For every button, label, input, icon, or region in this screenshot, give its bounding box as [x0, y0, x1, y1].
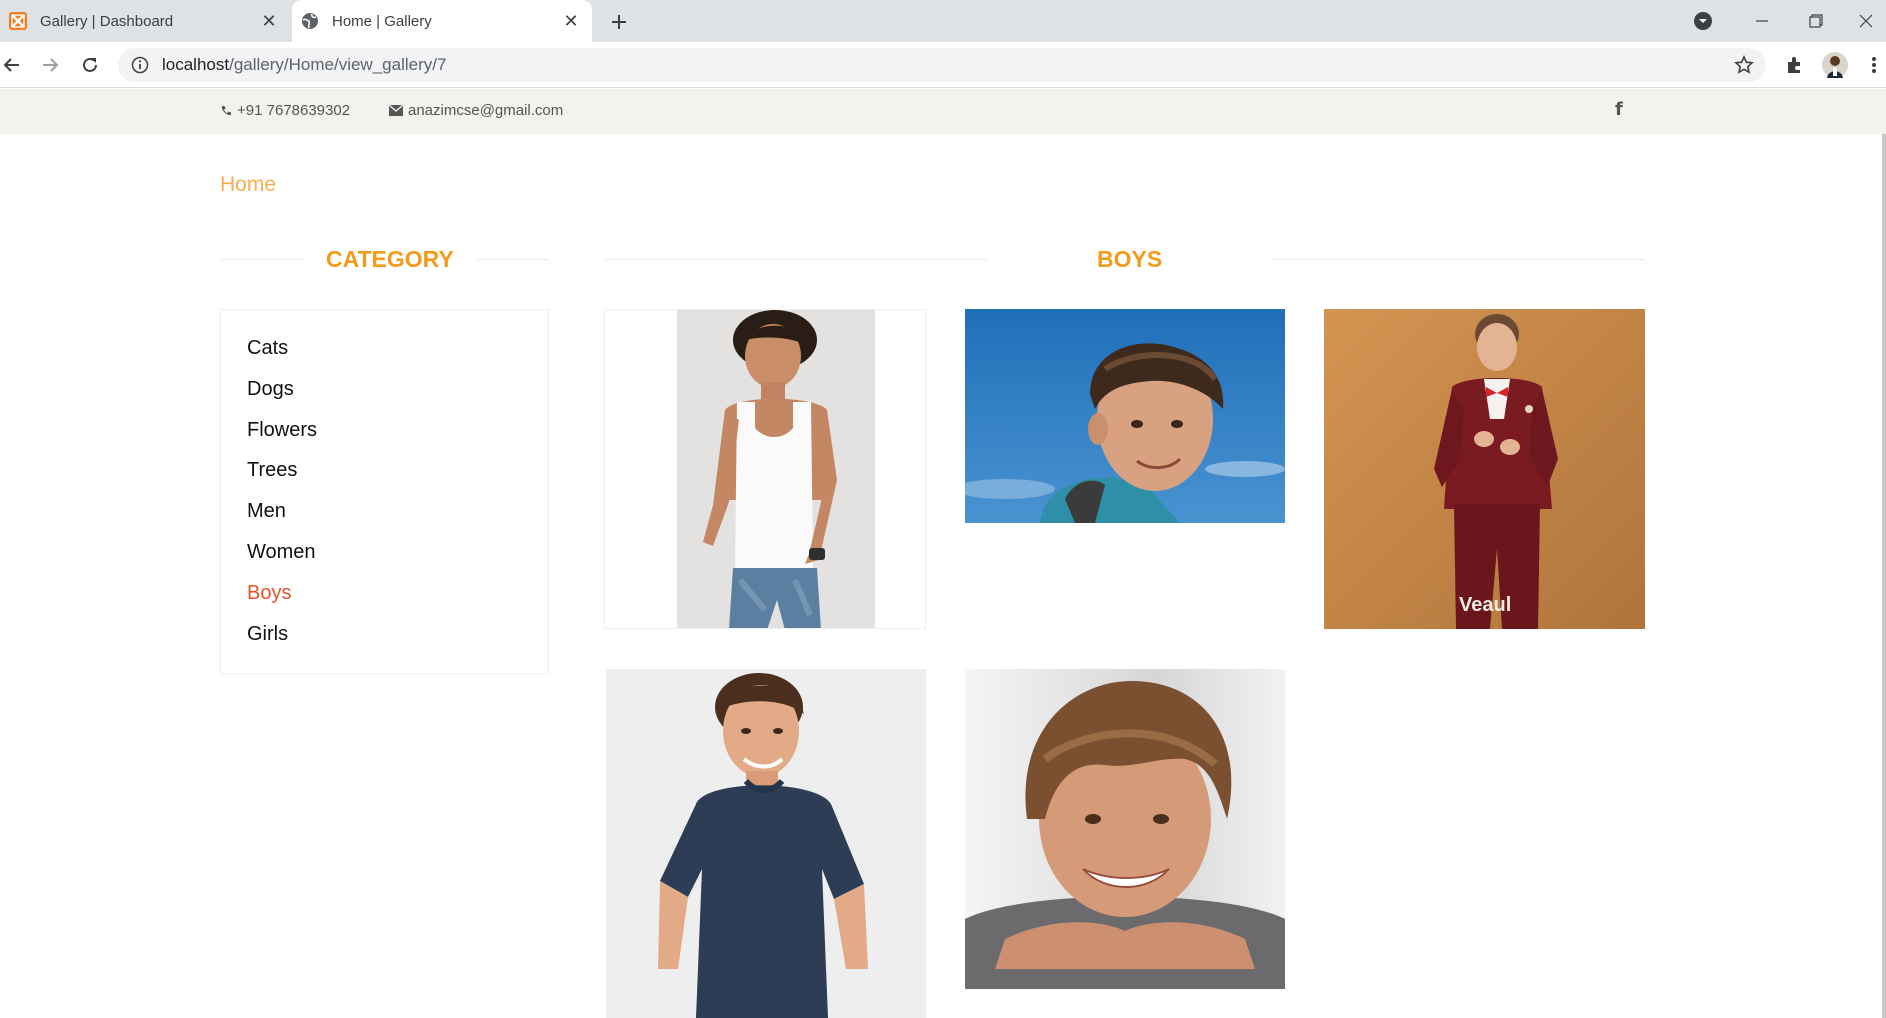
profile-avatar[interactable]	[1819, 49, 1851, 81]
close-icon[interactable]: ✕	[560, 10, 582, 32]
phone-contact: +91 7678639302	[220, 102, 350, 119]
restore-button[interactable]	[1790, 0, 1842, 42]
bookmark-star-icon[interactable]	[1734, 55, 1754, 75]
xampp-icon	[8, 11, 28, 31]
tab-strip: Gallery | Dashboard ✕ Home | Gallery ✕	[0, 0, 1886, 42]
new-tab-button[interactable]	[605, 8, 633, 36]
close-icon[interactable]: ✕	[258, 10, 280, 32]
category-title: CATEGORY	[326, 245, 454, 272]
facebook-icon[interactable]: f	[1615, 99, 1629, 121]
extensions-icon[interactable]	[1779, 49, 1811, 81]
gallery-title: BOYS	[1097, 245, 1163, 272]
globe-icon	[300, 11, 320, 31]
category-item-girls[interactable]: Girls	[247, 614, 548, 655]
info-icon[interactable]	[130, 55, 150, 75]
url-text: localhost/gallery/Home/view_gallery/7	[162, 55, 447, 74]
address-bar[interactable]: localhost/gallery/Home/view_gallery/7	[118, 48, 1766, 82]
back-button[interactable]	[0, 49, 28, 81]
category-heading: CATEGORY	[220, 244, 549, 274]
phone-number: +91 7678639302	[237, 102, 351, 119]
category-sidebar: Cats Dogs Flowers Trees Men Women Boys G…	[220, 309, 549, 674]
email-address: anazimcse@gmail.com	[408, 102, 564, 119]
close-window-button[interactable]	[1846, 0, 1886, 42]
tab-home-gallery[interactable]: Home | Gallery ✕	[292, 0, 592, 42]
category-item-cats[interactable]: Cats	[247, 328, 548, 369]
browser-toolbar: localhost/gallery/Home/view_gallery/7	[0, 42, 1886, 88]
gallery-photo-3[interactable]: Veaul	[1324, 309, 1645, 629]
page-scrollbar[interactable]	[1882, 109, 1886, 1018]
reload-button[interactable]	[74, 49, 106, 81]
tab-title: Home | Gallery	[332, 12, 432, 30]
category-item-flowers[interactable]: Flowers	[247, 410, 548, 451]
minimize-button[interactable]	[1736, 0, 1788, 42]
contact-topbar: +91 7678639302 anazimcse@gmail.com f	[0, 89, 1886, 134]
category-item-men[interactable]: Men	[247, 491, 548, 532]
gallery-photo-5[interactable]	[965, 669, 1285, 989]
forward-button[interactable]	[34, 49, 66, 81]
watermark-text: Veaul	[1459, 594, 1511, 616]
tab-gallery-dashboard[interactable]: Gallery | Dashboard ✕	[0, 0, 290, 42]
gallery-photo-4[interactable]	[606, 669, 926, 1018]
tab-search-icon[interactable]	[1692, 10, 1714, 32]
gallery-photo-1[interactable]	[604, 309, 926, 629]
gallery-photo-2[interactable]	[965, 309, 1285, 523]
breadcrumb[interactable]: Home	[220, 173, 276, 197]
tab-title: Gallery | Dashboard	[40, 12, 174, 30]
category-item-dogs[interactable]: Dogs	[247, 369, 548, 410]
category-item-trees[interactable]: Trees	[247, 450, 548, 491]
category-item-boys[interactable]: Boys	[247, 573, 548, 614]
page-content: +91 7678639302 anazimcse@gmail.com f Hom…	[0, 89, 1886, 1018]
envelope-icon	[389, 105, 403, 116]
menu-kebab-icon[interactable]	[1862, 49, 1886, 81]
category-item-women[interactable]: Women	[247, 532, 548, 573]
phone-icon	[220, 105, 232, 117]
gallery-heading: BOYS	[604, 244, 1645, 274]
email-contact: anazimcse@gmail.com	[389, 102, 563, 119]
